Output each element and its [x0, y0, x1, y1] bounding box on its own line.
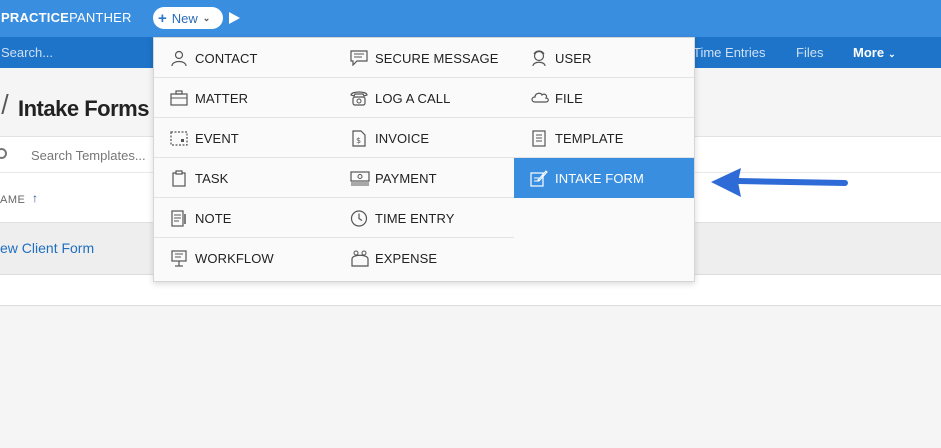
intake-forms-icon	[0, 94, 9, 114]
plus-icon: +	[158, 9, 167, 27]
menu-item-time-entry[interactable]: TIME ENTRY	[334, 198, 514, 238]
new-button-label: New	[171, 10, 198, 26]
invoice-icon: $	[350, 130, 368, 147]
menu-item-expense[interactable]: EXPENSE	[334, 238, 514, 278]
menu-item-payment[interactable]: PAYMENT	[334, 158, 514, 198]
payment-icon	[350, 170, 370, 186]
menu-item-file[interactable]: FILE	[514, 78, 694, 118]
menu-item-secure-message[interactable]: SECURE MESSAGE	[334, 38, 514, 78]
play-icon[interactable]	[229, 12, 240, 24]
annotation-arrow	[711, 168, 848, 197]
expense-icon	[350, 250, 369, 267]
chevron-down-icon: ⌄	[202, 12, 211, 23]
column-header-name[interactable]: AME	[0, 194, 25, 206]
nav-item-time-entries[interactable]: Time Entries	[693, 45, 765, 60]
sort-ascending-icon[interactable]: ↑	[32, 191, 38, 205]
menu-item-user[interactable]: USER	[514, 38, 694, 78]
nav-more-button[interactable]: More ⌄	[853, 45, 896, 60]
user-icon	[530, 50, 548, 67]
workflow-icon	[170, 250, 188, 267]
note-icon	[170, 210, 188, 227]
menu-item-workflow[interactable]: WORKFLOW	[154, 238, 334, 278]
chevron-down-icon: ⌄	[888, 49, 896, 59]
menu-item-task[interactable]: TASK	[154, 158, 334, 198]
template-icon	[530, 130, 548, 147]
contact-icon	[170, 50, 188, 67]
file-icon	[530, 90, 549, 106]
brand-logo[interactable]: PRACTICEPANTHER	[1, 10, 132, 25]
template-link[interactable]: ew Client Form	[0, 240, 94, 256]
new-button[interactable]: + New ⌄	[153, 7, 223, 29]
menu-item-log-call[interactable]: LOG A CALL	[334, 78, 514, 118]
matter-icon	[170, 90, 188, 106]
menu-item-invoice[interactable]: $ INVOICE	[334, 118, 514, 158]
task-icon	[170, 170, 188, 187]
global-search-input[interactable]: Search...	[1, 45, 53, 60]
svg-text:$: $	[356, 136, 361, 145]
intake-form-icon	[530, 170, 548, 187]
search-icon	[0, 148, 7, 159]
time-entry-icon	[350, 210, 368, 227]
menu-item-template[interactable]: TEMPLATE	[514, 118, 694, 158]
top-bar: PRACTICEPANTHER + New ⌄	[0, 0, 941, 37]
app-window: PRACTICEPANTHER + New ⌄ Search... Time E…	[0, 0, 941, 448]
log-call-icon	[350, 90, 368, 106]
secure-message-icon	[350, 50, 368, 66]
menu-item-contact[interactable]: CONTACT	[154, 38, 334, 78]
template-search-input[interactable]	[25, 143, 165, 167]
page-title: Intake Forms	[18, 96, 149, 121]
menu-item-event[interactable]: EVENT	[154, 118, 334, 158]
menu-item-intake-form[interactable]: INTAKE FORM	[514, 158, 694, 198]
event-icon	[170, 130, 188, 146]
nav-item-files[interactable]: Files	[796, 45, 823, 60]
menu-item-matter[interactable]: MATTER	[154, 78, 334, 118]
new-menu-dropdown: CONTACT MATTER EVENT TASK NOTE WORKFLOW …	[153, 37, 695, 282]
menu-item-note[interactable]: NOTE	[154, 198, 334, 238]
